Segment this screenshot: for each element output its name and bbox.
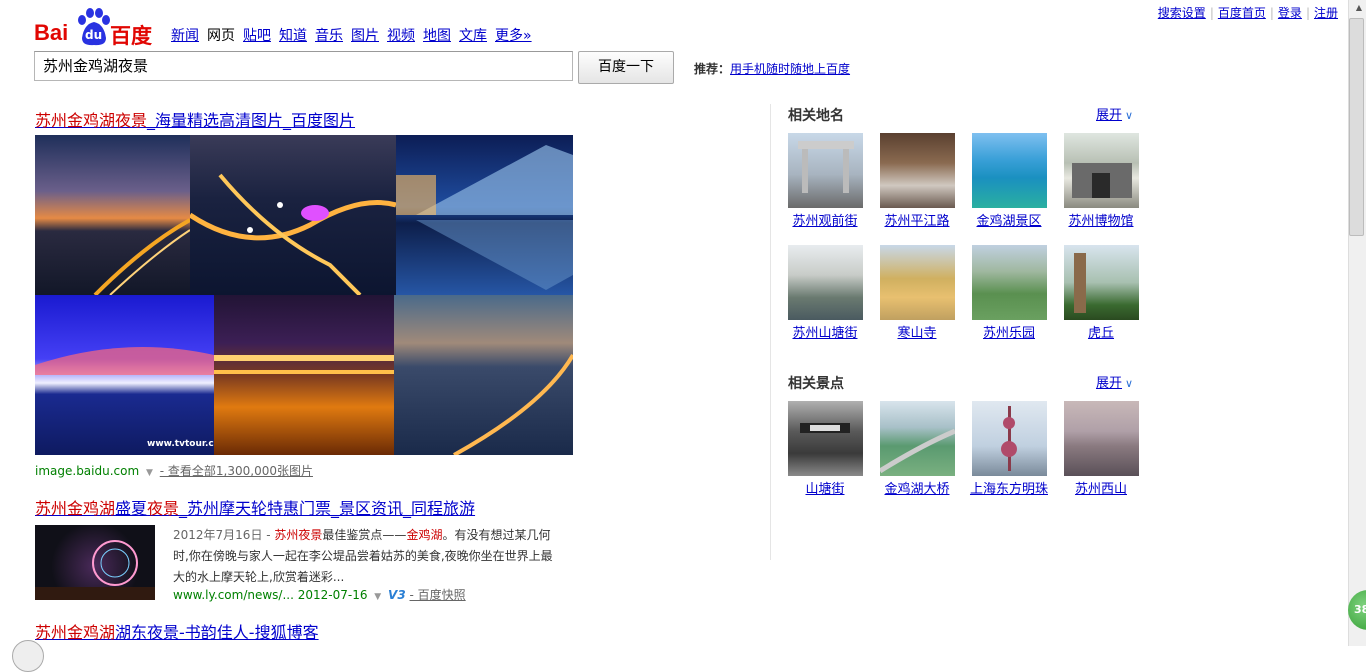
result-2-cache-link[interactable]: - 百度快照 [410,588,466,602]
nav-web[interactable]: 网页 [207,25,235,45]
place-thumb-8[interactable] [1064,245,1139,320]
recommend-label: 推荐： [694,62,731,76]
spot-label-3[interactable]: 上海东方明珠 [964,480,1054,500]
corner-widget-icon[interactable] [12,640,44,672]
spot-thumb-1[interactable] [788,401,863,476]
search-input[interactable]: 苏州金鸡湖夜景 [34,51,573,81]
place-label-1[interactable]: 苏州观前街 [780,212,870,232]
result-2-url-line: www.ly.com/news/... 2012-07-16 ▼ V3 - 百度… [173,586,466,603]
result-2-date: 2012年7月16日 - [173,528,275,542]
baidu-logo[interactable]: Bai du 百度 [34,6,154,48]
nav-news[interactable]: 新闻 [171,25,199,45]
related-places-expand[interactable]: 展开 ∨ [1096,104,1133,123]
spot-label-4[interactable]: 苏州西山 [1056,480,1146,500]
spot-thumb-4[interactable] [1064,401,1139,476]
link-register[interactable]: 注册 [1314,6,1338,20]
dropdown-arrow-icon[interactable]: ▼ [146,468,153,478]
result-2-title-em1: 苏州金鸡湖 [35,499,116,518]
nav-music[interactable]: 音乐 [315,25,343,45]
result-2-title[interactable]: 苏州金鸡湖盛夏夜景_苏州摩天轮特惠门票_景区资讯_同程旅游 [35,495,475,519]
result-3-title-em: 苏州金鸡湖 [35,623,116,642]
nav-zhidao[interactable]: 知道 [279,25,307,45]
logo-du: du [85,28,103,42]
result-2-snippet: 2012年7月16日 - 苏州夜景最佳鉴赏点——金鸡湖。有没有想过某几何时,你在… [173,525,563,588]
result-2-title-em2: 夜景 [147,499,180,518]
scrollbar-thumb[interactable] [1349,18,1364,236]
result-3-title-rest: 湖东夜景-书韵佳人-搜狐博客 [115,623,319,642]
recommend: 推荐：用手机随时随地上百度 [694,60,850,77]
place-thumb-3[interactable] [972,133,1047,208]
result-2-title-a: 盛夏 [115,499,148,518]
related-spots-expand[interactable]: 展开 ∨ [1096,372,1133,391]
collage-photo-4[interactable] [35,295,214,455]
result-2-title-rest: _苏州摩天轮特惠门票_景区资讯_同程旅游 [179,499,476,518]
image-collage[interactable]: www.tvtour.c [35,135,573,455]
related-places-expand-label: 展开 [1096,108,1123,123]
vertical-scrollbar[interactable]: ▲ [1348,0,1366,646]
result-1-title-rest: _海量精选高清图片_百度图片 [147,111,356,130]
nav-tieba[interactable]: 贴吧 [243,25,271,45]
place-thumb-4[interactable] [1064,133,1139,208]
related-places-title: 相关地名 [788,108,844,124]
chevron-down-icon: ∨ [1125,377,1134,390]
place-label-2[interactable]: 苏州平江路 [872,212,962,232]
nav-images[interactable]: 图片 [351,25,379,45]
recommend-link[interactable]: 用手机随时随地上百度 [730,62,850,76]
column-divider [770,104,771,560]
place-label-5[interactable]: 苏州山塘街 [780,324,870,344]
related-spots-title: 相关景点 [788,376,844,392]
place-thumb-6[interactable] [880,245,955,320]
link-baidu-home[interactable]: 百度首页 [1218,6,1266,20]
place-thumb-7[interactable] [972,245,1047,320]
collage-photo-5[interactable] [214,295,394,455]
collage-photo-1[interactable] [35,135,190,295]
collage-photo-3[interactable] [396,135,573,295]
result-1-more-link[interactable]: - 查看全部1,300,000张图片 [160,464,313,478]
result-1-source: image.baidu.com [35,464,140,478]
top-nav: 新闻 网页 贴吧 知道 音乐 图片 视频 地图 文库 更多» [171,25,540,45]
link-login[interactable]: 登录 [1278,6,1302,20]
result-2-url: www.ly.com/news/... 2012-07-16 [173,588,368,602]
place-label-3[interactable]: 金鸡湖景区 [964,212,1054,232]
logo-bai: Bai [34,20,69,45]
nav-video[interactable]: 视频 [387,25,415,45]
top-links: 搜索设置 | 百度首页 | 登录 | 注册 [1157,6,1338,20]
nav-map[interactable]: 地图 [423,25,451,45]
result-2-thumbnail[interactable] [35,525,155,600]
result-2-snippet-a: 最佳鉴赏点—— [322,528,407,542]
place-thumb-1[interactable] [788,133,863,208]
result-2-snippet-em2: 金鸡湖 [406,528,443,542]
result-1-source-line: image.baidu.com ▼ - 查看全部1,300,000张图片 [35,462,313,479]
collage-photo-6[interactable] [394,295,573,455]
place-label-7[interactable]: 苏州乐园 [964,324,1054,344]
result-1-title[interactable]: 苏州金鸡湖夜景_海量精选高清图片_百度图片 [35,107,355,131]
result-3-title[interactable]: 苏州金鸡湖湖东夜景-书韵佳人-搜狐博客 [35,619,319,643]
collage-photo-2[interactable] [190,135,396,295]
logo-chinese: 百度 [110,24,152,48]
place-thumb-5[interactable] [788,245,863,320]
search-button[interactable]: 百度一下 [578,51,674,84]
result-2-snippet-em1: 苏州夜景 [274,528,323,542]
chevron-down-icon: ∨ [1125,109,1134,122]
nav-wenku[interactable]: 文库 [459,25,487,45]
related-spots-expand-label: 展开 [1096,376,1123,391]
watermark-text: www.tvtour.c [147,439,214,449]
place-label-8[interactable]: 虎丘 [1056,324,1146,344]
dropdown-arrow-icon[interactable]: ▼ [374,592,381,602]
spot-thumb-2[interactable] [880,401,955,476]
result-1-title-em: 苏州金鸡湖夜景 [35,111,148,130]
place-thumb-2[interactable] [880,133,955,208]
spot-label-2[interactable]: 金鸡湖大桥 [872,480,962,500]
v3-badge[interactable]: V3 [388,588,406,602]
spot-label-1[interactable]: 山塘街 [780,480,870,500]
place-label-4[interactable]: 苏州博物馆 [1056,212,1146,232]
scroll-up-icon[interactable]: ▲ [1356,3,1362,12]
nav-more[interactable]: 更多» [495,25,532,45]
link-search-settings[interactable]: 搜索设置 [1158,6,1206,20]
place-label-6[interactable]: 寒山寺 [872,324,962,344]
spot-thumb-3[interactable] [972,401,1047,476]
